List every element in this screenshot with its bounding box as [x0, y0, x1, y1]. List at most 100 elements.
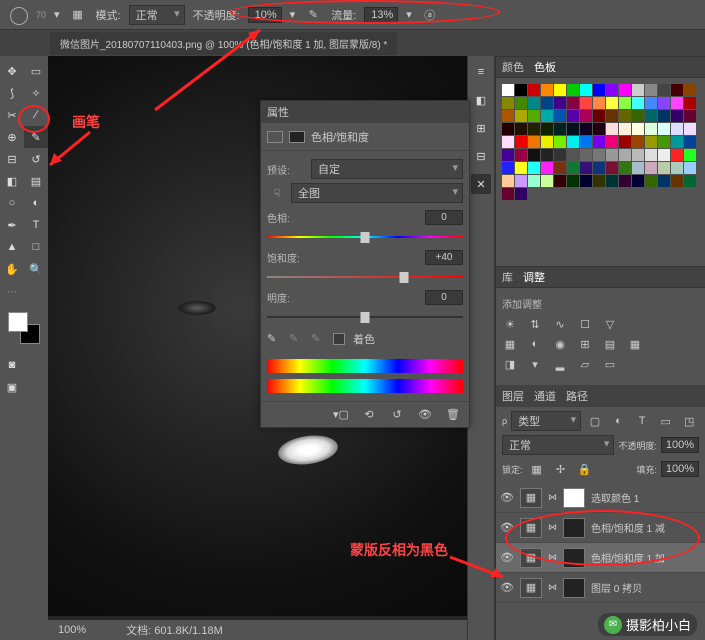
- layer-mask-thumb[interactable]: [563, 518, 585, 538]
- spot-heal-tool[interactable]: ⊕: [0, 126, 24, 148]
- filter-shape-icon[interactable]: ▭: [656, 411, 676, 431]
- swatch[interactable]: [528, 162, 540, 174]
- swatch[interactable]: [619, 149, 631, 161]
- layer-adj-icon[interactable]: ▦: [520, 488, 542, 508]
- swatch[interactable]: [515, 84, 527, 96]
- swatch[interactable]: [671, 149, 683, 161]
- panel-icon-2[interactable]: ◧: [471, 90, 491, 110]
- swatch[interactable]: [515, 175, 527, 187]
- swatch[interactable]: [515, 188, 527, 200]
- lock-all-icon[interactable]: 🔒: [575, 459, 595, 479]
- filter-img-icon[interactable]: ▢: [585, 411, 605, 431]
- swatch[interactable]: [684, 136, 696, 148]
- adj-invert-icon[interactable]: ◨: [502, 357, 518, 371]
- swatch[interactable]: [658, 110, 670, 122]
- swatch[interactable]: [502, 136, 514, 148]
- preset-dropdown[interactable]: 自定: [311, 159, 463, 179]
- swatch[interactable]: [541, 84, 553, 96]
- eraser-tool[interactable]: ◧: [0, 170, 24, 192]
- dodge-tool[interactable]: ◐: [24, 192, 48, 214]
- pressure-opacity-icon[interactable]: ✎: [303, 5, 323, 25]
- swatch[interactable]: [515, 123, 527, 135]
- swatch[interactable]: [606, 149, 618, 161]
- gradient-tool[interactable]: ▤: [24, 170, 48, 192]
- layer-row[interactable]: 👁 ▦ ⋈ 图层 0 拷贝: [496, 573, 705, 603]
- swatch[interactable]: [671, 84, 683, 96]
- swatch[interactable]: [619, 162, 631, 174]
- adj-threshold-icon[interactable]: ▂: [552, 357, 568, 371]
- swatch[interactable]: [658, 136, 670, 148]
- swatch[interactable]: [554, 136, 566, 148]
- paths-tab[interactable]: 路径: [566, 388, 588, 404]
- swatch[interactable]: [502, 149, 514, 161]
- extra-tool[interactable]: ⋯: [0, 280, 24, 302]
- swatch[interactable]: [528, 149, 540, 161]
- swatch[interactable]: [619, 136, 631, 148]
- swatch[interactable]: [671, 110, 683, 122]
- close-panel-icon[interactable]: ✕: [471, 174, 491, 194]
- swatch[interactable]: [645, 84, 657, 96]
- swatch[interactable]: [632, 175, 644, 187]
- panel-icon-3[interactable]: ⊞: [471, 118, 491, 138]
- swatch[interactable]: [632, 149, 644, 161]
- swatch[interactable]: [541, 175, 553, 187]
- opacity-value[interactable]: 10%: [248, 7, 282, 23]
- swatch[interactable]: [580, 123, 592, 135]
- swatch[interactable]: [684, 97, 696, 109]
- swatch[interactable]: [554, 175, 566, 187]
- swatch[interactable]: [632, 97, 644, 109]
- layer-adj-icon[interactable]: ▦: [520, 518, 542, 538]
- swatch[interactable]: [684, 84, 696, 96]
- swatch[interactable]: [619, 175, 631, 187]
- swatch[interactable]: [515, 136, 527, 148]
- swatch[interactable]: [502, 110, 514, 122]
- brush-tool[interactable]: ✎: [24, 126, 48, 148]
- swatch[interactable]: [593, 123, 605, 135]
- library-tab[interactable]: 库: [502, 269, 513, 285]
- lightness-value[interactable]: 0: [425, 290, 463, 305]
- layer-mask-thumb[interactable]: [563, 578, 585, 598]
- adj-gradient-icon[interactable]: ▭: [602, 357, 618, 371]
- swatch[interactable]: [619, 123, 631, 135]
- swatch[interactable]: [606, 175, 618, 187]
- swatch[interactable]: [567, 175, 579, 187]
- color-range-dropdown[interactable]: 全图: [291, 183, 463, 203]
- switcher-icon[interactable]: ▾: [54, 8, 60, 21]
- layer-visibility-icon[interactable]: 👁: [500, 551, 514, 564]
- swatch[interactable]: [593, 97, 605, 109]
- colorize-checkbox[interactable]: [333, 333, 345, 345]
- swatch[interactable]: [528, 175, 540, 187]
- swatch[interactable]: [502, 162, 514, 174]
- swatch[interactable]: [593, 175, 605, 187]
- swatch[interactable]: [515, 97, 527, 109]
- clip-to-layer-icon[interactable]: ▾▢: [331, 405, 351, 425]
- adj-layer-icon[interactable]: [267, 131, 283, 143]
- layer-row[interactable]: 👁 ▦ ⋈ 色相/饱和度 1 加: [496, 543, 705, 573]
- swatch[interactable]: [554, 97, 566, 109]
- swatch[interactable]: [606, 136, 618, 148]
- swatch[interactable]: [671, 175, 683, 187]
- quickmask-icon[interactable]: ◙: [0, 354, 24, 376]
- swatch[interactable]: [567, 149, 579, 161]
- swatch[interactable]: [606, 110, 618, 122]
- layer-link-icon[interactable]: ⋈: [548, 552, 557, 563]
- swatch[interactable]: [619, 110, 631, 122]
- adjustments-tab[interactable]: 调整: [523, 269, 545, 285]
- swatch[interactable]: [632, 84, 644, 96]
- fill-value[interactable]: 100%: [661, 461, 699, 477]
- shape-tool[interactable]: □: [24, 236, 48, 258]
- swatch[interactable]: [580, 136, 592, 148]
- swatch[interactable]: [684, 110, 696, 122]
- swatch[interactable]: [515, 110, 527, 122]
- adj-hue-icon[interactable]: ▦: [502, 337, 518, 351]
- brush-panel-icon[interactable]: ▦: [68, 5, 88, 25]
- swatch[interactable]: [502, 123, 514, 135]
- swatch[interactable]: [619, 97, 631, 109]
- swatch[interactable]: [528, 123, 540, 135]
- filter-adj-icon[interactable]: ◐: [609, 411, 629, 431]
- layer-row[interactable]: 👁 ▦ ⋈ 色相/饱和度 1 减: [496, 513, 705, 543]
- layer-blend-dropdown[interactable]: 正常: [502, 435, 614, 455]
- swatch[interactable]: [606, 97, 618, 109]
- layer-filter-dropdown[interactable]: 类型: [511, 411, 581, 431]
- clone-stamp-tool[interactable]: ⊟: [0, 148, 24, 170]
